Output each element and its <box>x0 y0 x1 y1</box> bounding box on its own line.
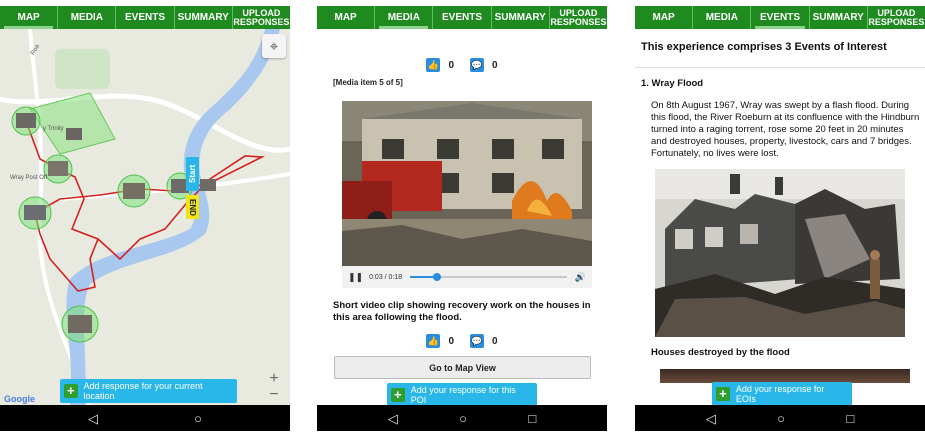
photo-caption: Houses destroyed by the flood <box>651 347 790 358</box>
video-player[interactable] <box>342 101 592 266</box>
back-icon[interactable]: ◁ <box>88 412 98 425</box>
event-title: 1. Wray Flood <box>641 78 704 89</box>
tab-map[interactable]: MAP <box>317 6 376 29</box>
tab-media[interactable]: MEDIA <box>58 6 117 29</box>
video-controls: ❚❚ 0:03 / 0:18 🔊 <box>342 266 592 288</box>
recents-icon[interactable]: □ <box>528 412 536 425</box>
phone-events-screen: MAP MEDIA EVENTS SUMMARY UPLOAD RESPONSES… <box>635 6 925 431</box>
poi-marker[interactable] <box>61 305 99 343</box>
tab-media[interactable]: MEDIA <box>693 6 752 29</box>
tab-upload-responses[interactable]: UPLOAD RESPONSES <box>233 6 290 29</box>
zoom-out-button[interactable]: − <box>264 387 284 403</box>
divider <box>635 67 925 68</box>
map-view[interactable]: Wray Post Off y Trinity Roa Start END ⌖ … <box>0 29 290 405</box>
tab-bar: MAP MEDIA EVENTS SUMMARY UPLOAD RESPONSES <box>635 6 925 29</box>
plus-icon: + <box>716 387 730 401</box>
tab-bar: MAP MEDIA EVENTS SUMMARY UPLOAD RESPONSES <box>0 6 290 29</box>
next-photo-preview <box>660 369 910 383</box>
google-logo: Google <box>4 394 35 404</box>
map-place-label: y Trinity <box>43 126 64 132</box>
tab-upload-responses[interactable]: UPLOAD RESPONSES <box>550 6 607 29</box>
crosshair-icon: ⌖ <box>269 37 279 55</box>
my-location-button[interactable]: ⌖ <box>262 34 286 58</box>
tab-events[interactable]: EVENTS <box>751 6 810 29</box>
poi-marker[interactable] <box>43 154 73 184</box>
media-reactions-bottom: 👍 0 💬 0 <box>317 334 607 348</box>
events-heading: This experience comprises 3 Events of In… <box>641 41 887 53</box>
video-time: 0:03 / 0:18 <box>369 273 403 281</box>
android-nav-bar: ◁ ○ □ <box>317 405 607 431</box>
plus-icon: + <box>391 388 405 402</box>
go-to-map-view-button[interactable]: Go to Map View <box>334 356 591 379</box>
tab-upload-responses[interactable]: UPLOAD RESPONSES <box>868 6 925 29</box>
home-icon[interactable]: ○ <box>777 412 785 425</box>
map-canvas[interactable] <box>0 29 290 405</box>
add-response-location-button[interactable]: + Add response for your current location <box>60 379 237 403</box>
tab-media[interactable]: MEDIA <box>375 6 434 29</box>
tab-map[interactable]: MAP <box>635 6 694 29</box>
media-index-label: [Media item 5 of 5] <box>333 78 403 87</box>
thumbs-up-icon[interactable]: 👍 <box>426 58 441 72</box>
comment-count: 0 <box>492 335 498 347</box>
add-response-poi-button[interactable]: + Add your response for this POI <box>387 383 537 405</box>
recents-icon[interactable]: □ <box>846 412 854 425</box>
zoom-in-button[interactable]: + <box>264 371 284 387</box>
comment-count: 0 <box>492 59 498 71</box>
tab-map[interactable]: MAP <box>0 6 59 29</box>
pause-icon[interactable]: ❚❚ <box>348 272 363 283</box>
like-count: 0 <box>448 335 454 347</box>
video-frame <box>342 101 592 266</box>
thumbs-up-icon[interactable]: 👍 <box>426 334 441 348</box>
comment-icon[interactable]: 💬 <box>470 58 484 72</box>
media-view: 👍 0 💬 0 [Media item 5 of 5] ❚❚ 0:03 / 0:… <box>317 29 607 405</box>
poi-marker[interactable] <box>18 196 52 230</box>
media-caption: Short video clip showing recovery work o… <box>333 300 591 323</box>
back-icon[interactable]: ◁ <box>388 412 398 425</box>
tab-bar: MAP MEDIA EVENTS SUMMARY UPLOAD RESPONSES <box>317 6 607 29</box>
comment-icon[interactable]: 💬 <box>470 334 484 348</box>
android-nav-bar: ◁ ○ □ <box>635 405 925 431</box>
poi-marker[interactable] <box>117 174 151 208</box>
phone-media-screen: MAP MEDIA EVENTS SUMMARY UPLOAD RESPONSES… <box>317 6 607 431</box>
route-start-marker[interactable]: Start <box>186 157 199 191</box>
tab-events[interactable]: EVENTS <box>433 6 492 29</box>
route-end-marker[interactable]: END <box>186 195 199 219</box>
tab-events[interactable]: EVENTS <box>116 6 175 29</box>
video-seek-bar[interactable] <box>410 273 567 281</box>
phone-map-screen: MAP MEDIA EVENTS SUMMARY UPLOAD RESPONSES… <box>0 6 290 431</box>
like-count: 0 <box>448 59 454 71</box>
home-icon[interactable]: ○ <box>459 412 467 425</box>
zoom-controls: + − <box>264 371 284 403</box>
plus-icon: + <box>64 384 78 398</box>
home-icon[interactable]: ○ <box>194 412 202 425</box>
events-view: This experience comprises 3 Events of In… <box>635 29 925 405</box>
tab-summary[interactable]: SUMMARY <box>492 6 550 29</box>
tab-summary[interactable]: SUMMARY <box>175 6 233 29</box>
event-description: On 8th August 1967, Wray was swept by a … <box>651 100 920 159</box>
add-response-eoi-button[interactable]: + Add your response for EOIs <box>712 382 852 405</box>
event-photo <box>655 169 905 337</box>
volume-icon[interactable]: 🔊 <box>575 272 586 283</box>
tab-summary[interactable]: SUMMARY <box>810 6 868 29</box>
android-nav-bar: ◁ ○ <box>0 405 290 431</box>
poi-marker[interactable] <box>11 106 41 136</box>
media-reactions-top: 👍 0 💬 0 <box>317 58 607 72</box>
map-place-label: Wray Post Off <box>10 175 48 181</box>
back-icon[interactable]: ◁ <box>706 412 716 425</box>
seek-thumb[interactable] <box>432 273 441 281</box>
